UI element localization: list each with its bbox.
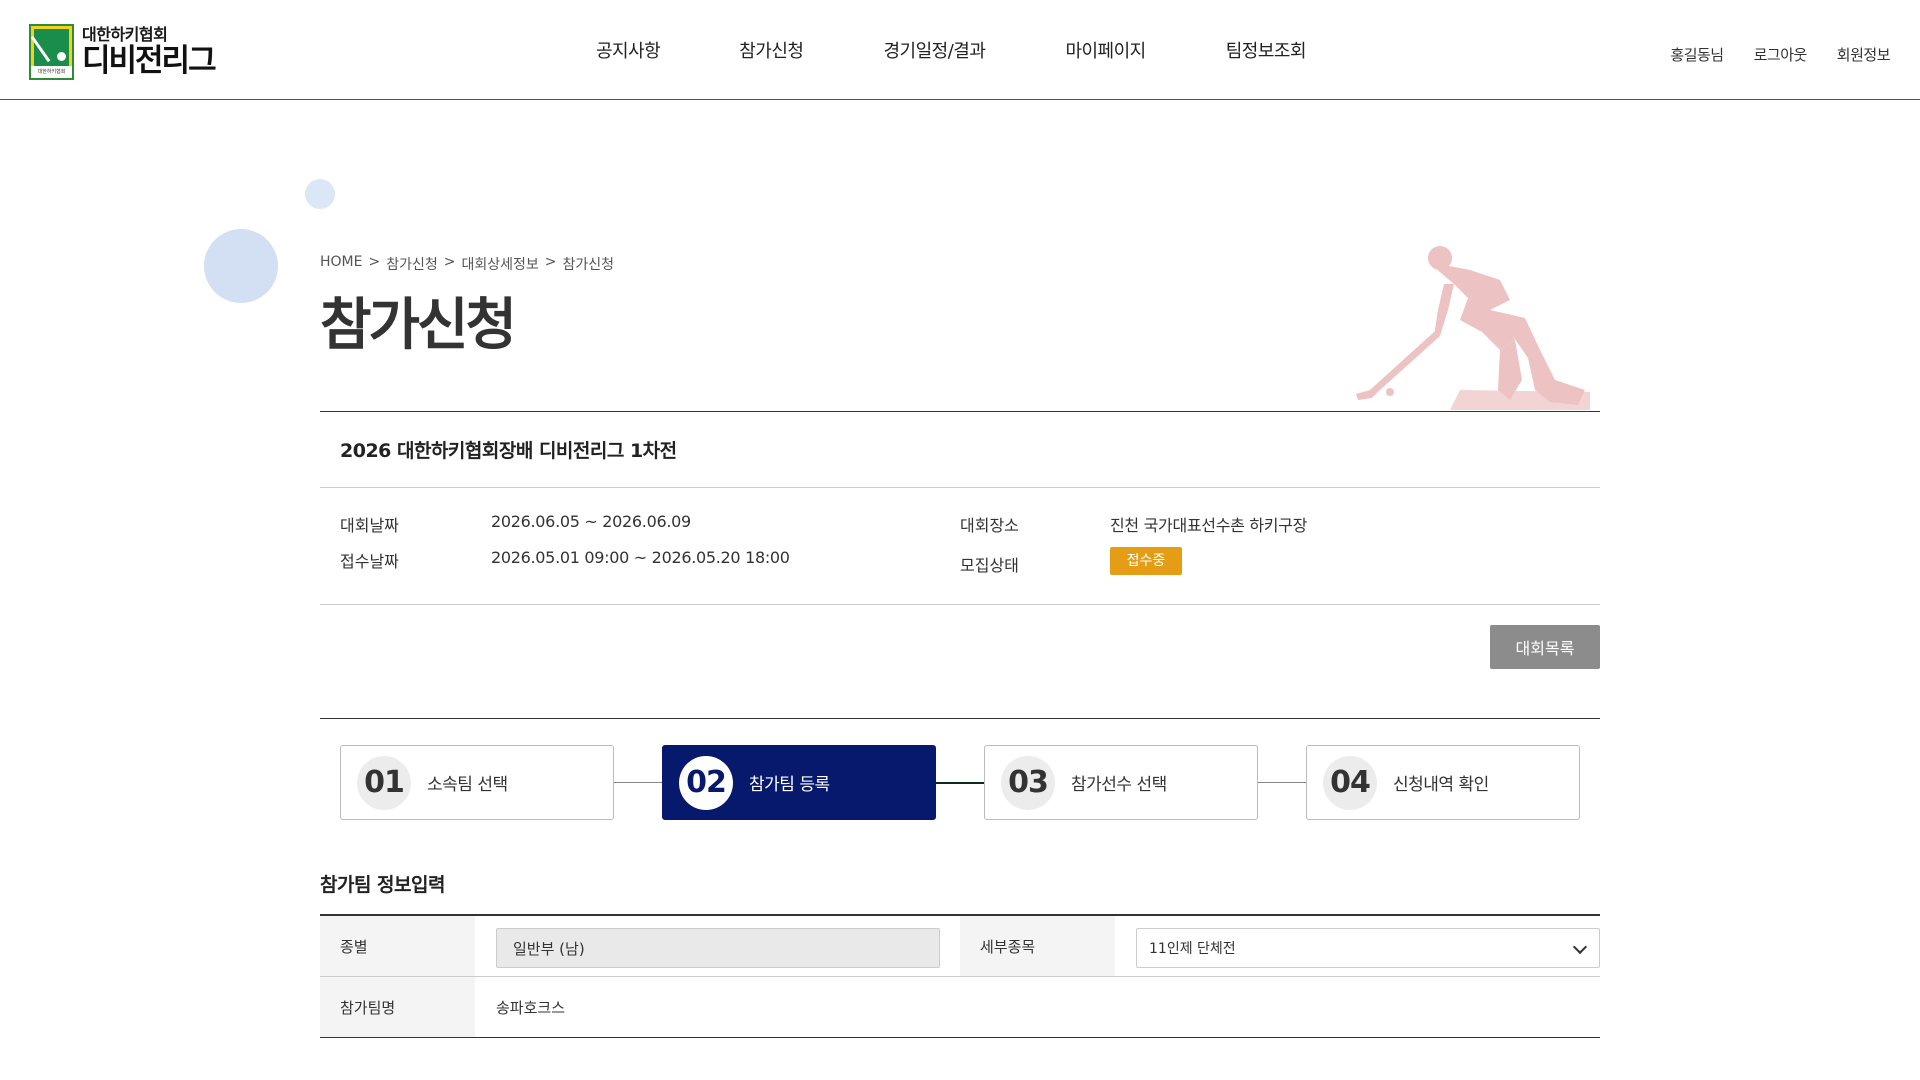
- event-label: 세부종목: [960, 916, 1115, 976]
- site-header: 대한하키협회 대한하키협회 디비전리그 공지사항 참가신청 경기일정/결과 마이…: [0, 0, 1920, 100]
- event-select[interactable]: 11인제 단체전: [1136, 928, 1600, 968]
- decor-circle-small: [305, 179, 335, 209]
- step-confirm-application: 04 신청내역 확인: [1306, 745, 1580, 820]
- breadcrumb-separator: >: [544, 254, 557, 270]
- decor-circle-large: [204, 229, 278, 303]
- member-info-link[interactable]: 회원정보: [1837, 44, 1891, 65]
- step-connector: [936, 782, 984, 784]
- team-name-label: 참가팀명: [320, 977, 475, 1037]
- hockey-player-illustration: [1356, 246, 1590, 410]
- breadcrumb-separator: >: [443, 254, 456, 270]
- application-steps: 01 소속팀 선택 02 참가팀 등록 03 참가선수 선택 04 신청내역 확…: [340, 745, 1580, 820]
- hockey-emblem-icon: 대한하키협회: [29, 24, 74, 80]
- breadcrumb-home[interactable]: HOME: [320, 254, 362, 274]
- step-number: 04: [1323, 755, 1377, 810]
- category-label: 종별: [320, 916, 475, 976]
- divider: [320, 718, 1600, 719]
- user-utility-menu: 홍길동님 로그아웃 회원정보: [1640, 44, 1890, 65]
- nav-schedule-results[interactable]: 경기일정/결과: [884, 37, 986, 63]
- date-value: 2026.06.05 ~ 2026.06.09: [491, 512, 691, 531]
- nav-notice[interactable]: 공지사항: [596, 37, 661, 63]
- date-label: 대회날짜: [340, 516, 399, 535]
- logout-link[interactable]: 로그아웃: [1754, 44, 1808, 65]
- step-register-team: 02 참가팀 등록: [662, 745, 936, 820]
- form-row: 참가팀명 송파호크스: [320, 977, 1600, 1038]
- nav-mypage[interactable]: 마이페이지: [1065, 37, 1146, 63]
- main-nav: 공지사항 참가신청 경기일정/결과 마이페이지 팀정보조회: [560, 0, 1307, 100]
- chevron-down-icon: [1572, 939, 1588, 955]
- step-number: 01: [357, 755, 411, 810]
- registration-label: 접수날짜: [340, 552, 399, 571]
- breadcrumb-current: 참가신청: [562, 257, 615, 273]
- step-number: 03: [1001, 755, 1055, 810]
- competition-summary: 2026 대한하키협회장배 디비전리그 1차전 대회날짜 2026.06.05 …: [320, 411, 1600, 605]
- section-title: 참가팀 정보입력: [320, 874, 445, 896]
- nav-team-info[interactable]: 팀정보조회: [1226, 37, 1307, 63]
- breadcrumb-competition-detail[interactable]: 대회상세정보: [461, 254, 538, 274]
- step-select-players: 03 참가선수 선택: [984, 745, 1258, 820]
- step-label: 참가선수 선택: [1071, 775, 1167, 795]
- logo-title: 디비전리그: [82, 43, 217, 79]
- logo-subtitle: 대한하키협회: [82, 25, 168, 44]
- category-field: 일반부 (남): [496, 928, 940, 968]
- page-title: 참가신청: [320, 293, 517, 358]
- step-label: 참가팀 등록: [749, 775, 830, 795]
- competition-list-button[interactable]: 대회목록: [1490, 625, 1600, 669]
- competition-title: 2026 대한하키협회장배 디비전리그 1차전: [320, 412, 1600, 488]
- breadcrumb-apply[interactable]: 참가신청: [386, 254, 438, 274]
- venue-value: 진천 국가대표선수촌 하키구장: [1110, 516, 1308, 535]
- registration-value: 2026.05.01 09:00 ~ 2026.05.20 18:00: [491, 548, 790, 567]
- breadcrumb-separator: >: [368, 254, 381, 270]
- nav-apply[interactable]: 참가신청: [739, 37, 804, 63]
- event-select-value: 11인제 단체전: [1149, 941, 1236, 957]
- team-name-value: 송파호크스: [496, 998, 566, 1017]
- step-connector: [614, 782, 662, 783]
- breadcrumb: HOME > 참가신청 > 대회상세정보 > 참가신청: [320, 254, 620, 274]
- status-badge: 접수중: [1110, 547, 1182, 575]
- status-label: 모집상태: [960, 556, 1019, 575]
- step-connector: [1258, 782, 1306, 783]
- form-row: 종별 일반부 (남) 세부종목 11인제 단체전: [320, 916, 1600, 977]
- step-number: 02: [679, 755, 733, 810]
- user-name: 홍길동님: [1670, 46, 1724, 64]
- step-select-team: 01 소속팀 선택: [340, 745, 614, 820]
- venue-label: 대회장소: [960, 516, 1019, 535]
- site-logo[interactable]: 대한하키협회 대한하키협회 디비전리그: [29, 24, 217, 80]
- step-label: 신청내역 확인: [1393, 775, 1489, 795]
- step-label: 소속팀 선택: [427, 775, 508, 795]
- competition-info: 대회날짜 2026.06.05 ~ 2026.06.09 접수날짜 2026.0…: [320, 488, 1600, 605]
- team-info-form: 종별 일반부 (남) 세부종목 11인제 단체전 참가팀명 송파호크스: [320, 914, 1600, 1038]
